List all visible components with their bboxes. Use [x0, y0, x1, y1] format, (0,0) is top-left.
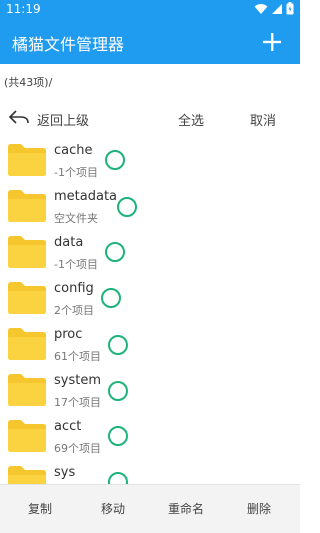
select-checkbox[interactable]	[105, 242, 125, 262]
file-name: cache	[54, 143, 93, 158]
list-item[interactable]: cache -1个项目	[0, 140, 300, 186]
select-checkbox[interactable]	[101, 288, 121, 308]
back-button[interactable]	[8, 109, 30, 129]
copy-button[interactable]: 复制	[28, 500, 52, 517]
file-list: cache -1个项目 metadata 空文件夹 data -1个项目 con…	[0, 140, 300, 484]
plus-icon	[263, 33, 281, 51]
file-name: system	[54, 373, 101, 388]
rename-button[interactable]: 重命名	[168, 500, 204, 517]
status-icons	[254, 2, 294, 15]
file-info: 2个项目	[54, 304, 94, 317]
app-title: 橘猫文件管理器	[12, 35, 125, 54]
file-info: -1个项目	[54, 258, 98, 271]
folder-icon	[8, 328, 46, 360]
file-name: sys	[54, 465, 76, 480]
list-item[interactable]: config 2个项目	[0, 278, 300, 324]
add-button[interactable]	[256, 26, 288, 58]
list-item[interactable]: sys	[0, 462, 300, 484]
delete-button[interactable]: 删除	[247, 500, 271, 517]
status-time: 11:19	[6, 2, 41, 16]
folder-icon	[8, 282, 46, 314]
battery-icon	[286, 2, 294, 15]
list-item[interactable]: acct 69个项目	[0, 416, 300, 462]
list-item[interactable]: system 17个项目	[0, 370, 300, 416]
app-bar: 橘猫文件管理器	[0, 20, 300, 64]
folder-icon	[8, 190, 46, 222]
select-all-button[interactable]: 全选	[178, 110, 204, 129]
signal-icon	[272, 3, 282, 14]
file-name: proc	[54, 327, 83, 342]
folder-icon	[8, 144, 46, 176]
current-path: (共43项)/	[4, 76, 53, 89]
select-checkbox[interactable]	[105, 150, 125, 170]
select-checkbox[interactable]	[108, 335, 128, 355]
select-checkbox[interactable]	[108, 381, 128, 401]
file-name: config	[54, 281, 94, 296]
back-arrow-icon	[8, 110, 29, 124]
folder-icon	[8, 374, 46, 406]
file-name: data	[54, 235, 84, 250]
back-label[interactable]: 返回上级	[37, 110, 89, 129]
list-item[interactable]: data -1个项目	[0, 232, 300, 278]
cancel-button[interactable]: 取消	[250, 110, 276, 129]
list-item[interactable]: metadata 空文件夹	[0, 186, 300, 232]
select-checkbox[interactable]	[108, 426, 128, 446]
folder-icon	[8, 420, 46, 452]
folder-icon	[8, 466, 46, 484]
move-button[interactable]: 移动	[101, 500, 125, 517]
file-name: metadata	[54, 189, 118, 204]
list-item[interactable]: proc 61个项目	[0, 324, 300, 370]
wifi-icon	[254, 3, 268, 14]
file-info: 17个项目	[54, 396, 101, 409]
file-info: 空文件夹	[54, 212, 98, 225]
action-toolbar: 返回上级 全选 取消	[0, 106, 300, 132]
select-checkbox[interactable]	[108, 472, 128, 484]
folder-icon	[8, 236, 46, 268]
file-name: acct	[54, 419, 82, 434]
file-info: 69个项目	[54, 442, 101, 455]
file-info: -1个项目	[54, 166, 98, 179]
select-checkbox[interactable]	[117, 197, 137, 217]
status-bar: 11:19	[0, 0, 300, 20]
file-info: 61个项目	[54, 350, 101, 363]
bottom-action-bar: 复制 移动 重命名 删除	[0, 484, 300, 533]
